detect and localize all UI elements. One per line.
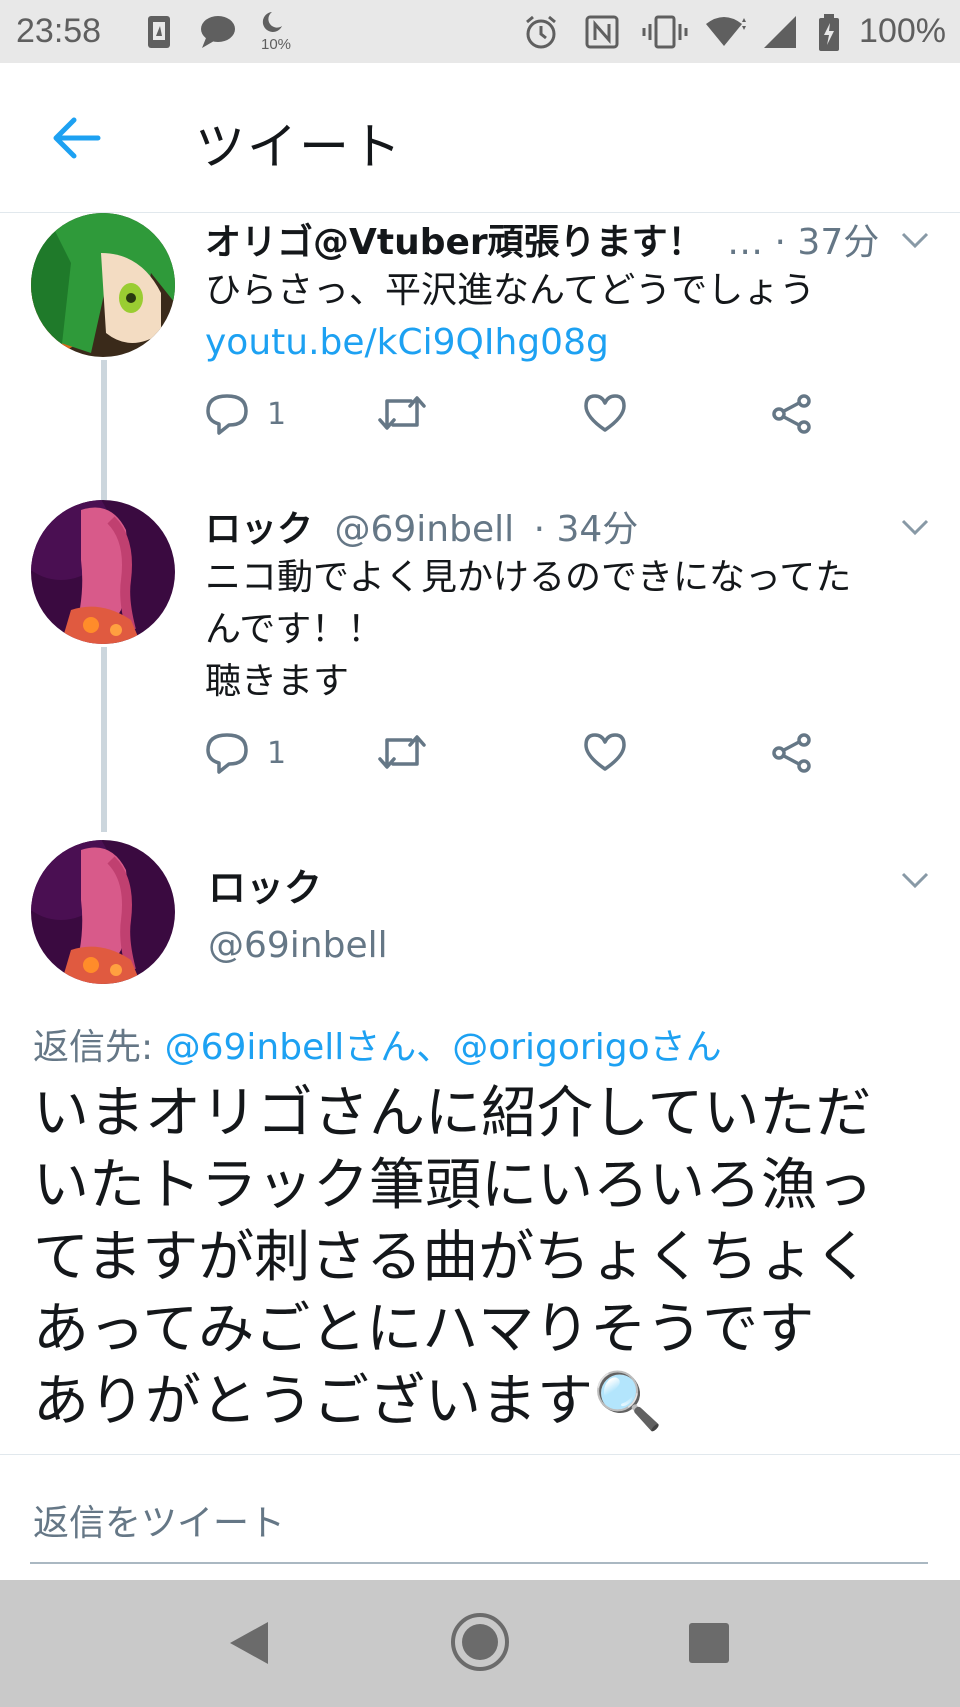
tweet-text: ニコ動でよく見かけるのできになってた んです！！ 聴きます <box>205 552 935 708</box>
user-name[interactable]: オリゴ@Vtuber頑張ります！ <box>205 222 704 263</box>
nav-back-icon[interactable] <box>228 1620 270 1666</box>
reply-button[interactable]: 1 <box>205 393 286 435</box>
share-button[interactable] <box>770 393 814 435</box>
tweet-link[interactable]: youtu.be/kCi9QIhg08g <box>205 317 935 369</box>
share-icon <box>772 394 811 434</box>
tweet-text: ひらさっ、平沢進なんてどうでしょう <box>205 270 816 311</box>
nfc-icon <box>585 15 619 49</box>
like-button[interactable] <box>583 732 627 772</box>
text-line: あってみごとにハマりそうです <box>33 1297 815 1362</box>
heart-icon <box>584 394 626 432</box>
tweet-actions: 1 <box>205 393 855 443</box>
battery-icon <box>819 14 839 51</box>
system-nav-bar <box>0 1580 960 1707</box>
page-title: ツイート <box>195 118 403 176</box>
retweet-icon <box>378 396 426 430</box>
user-handle: @69inbell <box>208 925 388 966</box>
tweet-time: · 34分 <box>533 509 639 550</box>
reply-to-label: 返信先: <box>33 1027 154 1068</box>
reply-input[interactable]: 返信をツイート <box>33 1494 285 1546</box>
share-button[interactable] <box>770 732 814 774</box>
chevron-down-icon[interactable] <box>900 870 930 890</box>
wifi-icon <box>706 17 746 46</box>
name-ellipsis: … <box>727 222 764 263</box>
thread-line <box>101 360 107 500</box>
avatar[interactable] <box>31 500 175 644</box>
tweet-header: オリゴ@Vtuber頑張ります！ … · 37分 <box>205 213 879 265</box>
like-button[interactable] <box>583 393 627 433</box>
thread-line <box>101 647 107 832</box>
chevron-down-icon[interactable] <box>900 230 930 250</box>
text-line: んです！！ <box>205 609 384 650</box>
retweet-button[interactable] <box>377 393 427 433</box>
retweet-button[interactable] <box>377 732 427 772</box>
avatar[interactable] <box>31 213 175 357</box>
reply-button[interactable]: 1 <box>205 732 286 774</box>
text-line: てますが刺さる曲がちょくちょく <box>33 1225 871 1290</box>
tweet-1[interactable]: オリゴ@Vtuber頑張ります！ … · 37分 ひらさっ、平沢進なんてどうでし… <box>0 213 960 503</box>
user-name[interactable]: ロック <box>205 509 313 550</box>
reply-to-line: 返信先: @69inbellさん、@origorigoさん <box>33 1018 722 1070</box>
reply-to-users[interactable]: @69inbellさん、@origorigoさん <box>165 1027 722 1068</box>
signal-icon <box>764 16 796 48</box>
chevron-down-icon[interactable] <box>900 517 930 537</box>
heart-icon <box>584 733 626 771</box>
sim-card-icon <box>148 16 170 48</box>
vibrate-icon <box>642 15 688 49</box>
reply-icon <box>206 733 248 774</box>
user-handle: @69inbell <box>334 509 515 550</box>
night-mode-percent: 10% <box>261 36 292 53</box>
alarm-icon <box>526 15 556 49</box>
tweet-2[interactable]: ロック @69inbell · 34分 ニコ動でよく見かけるのできになってた ん… <box>0 500 960 840</box>
tweet-time: · 37分 <box>774 222 880 263</box>
avatar[interactable] <box>31 840 175 984</box>
reply-count: 1 <box>267 735 287 771</box>
status-bar: 23:58 10% 100% <box>0 0 960 63</box>
back-arrow-icon[interactable] <box>50 115 102 161</box>
text-line: ニコ動でよく見かけるのできになってた <box>205 557 852 598</box>
message-icon <box>201 16 235 48</box>
tweet-header: ロック @69inbell · 34分 <box>205 500 638 552</box>
main-tweet-text: いまオリゴさんに紹介していただ いたトラック筆頭にいろいろ漁っ てますが刺さる曲… <box>33 1078 933 1438</box>
reply-count: 1 <box>267 396 287 432</box>
reply-input-underline <box>30 1562 928 1564</box>
divider <box>0 1454 960 1455</box>
tweet-actions: 1 <box>205 732 855 782</box>
battery-percent: 100% <box>859 12 946 50</box>
reply-icon <box>206 394 248 435</box>
share-icon <box>772 733 811 773</box>
text-line: いまオリゴさんに紹介していただ <box>33 1081 872 1146</box>
nav-recents-icon[interactable] <box>688 1622 730 1664</box>
nav-home-icon[interactable] <box>450 1612 510 1672</box>
app-header: ツイート <box>0 63 960 213</box>
text-line: ありがとうございます🔍 <box>33 1369 663 1434</box>
text-line: いたトラック筆頭にいろいろ漁っ <box>33 1153 873 1218</box>
user-name[interactable]: ロック <box>208 857 322 912</box>
text-line: 聴きます <box>205 661 350 702</box>
status-time: 23:58 <box>16 12 102 50</box>
retweet-icon <box>378 735 426 769</box>
